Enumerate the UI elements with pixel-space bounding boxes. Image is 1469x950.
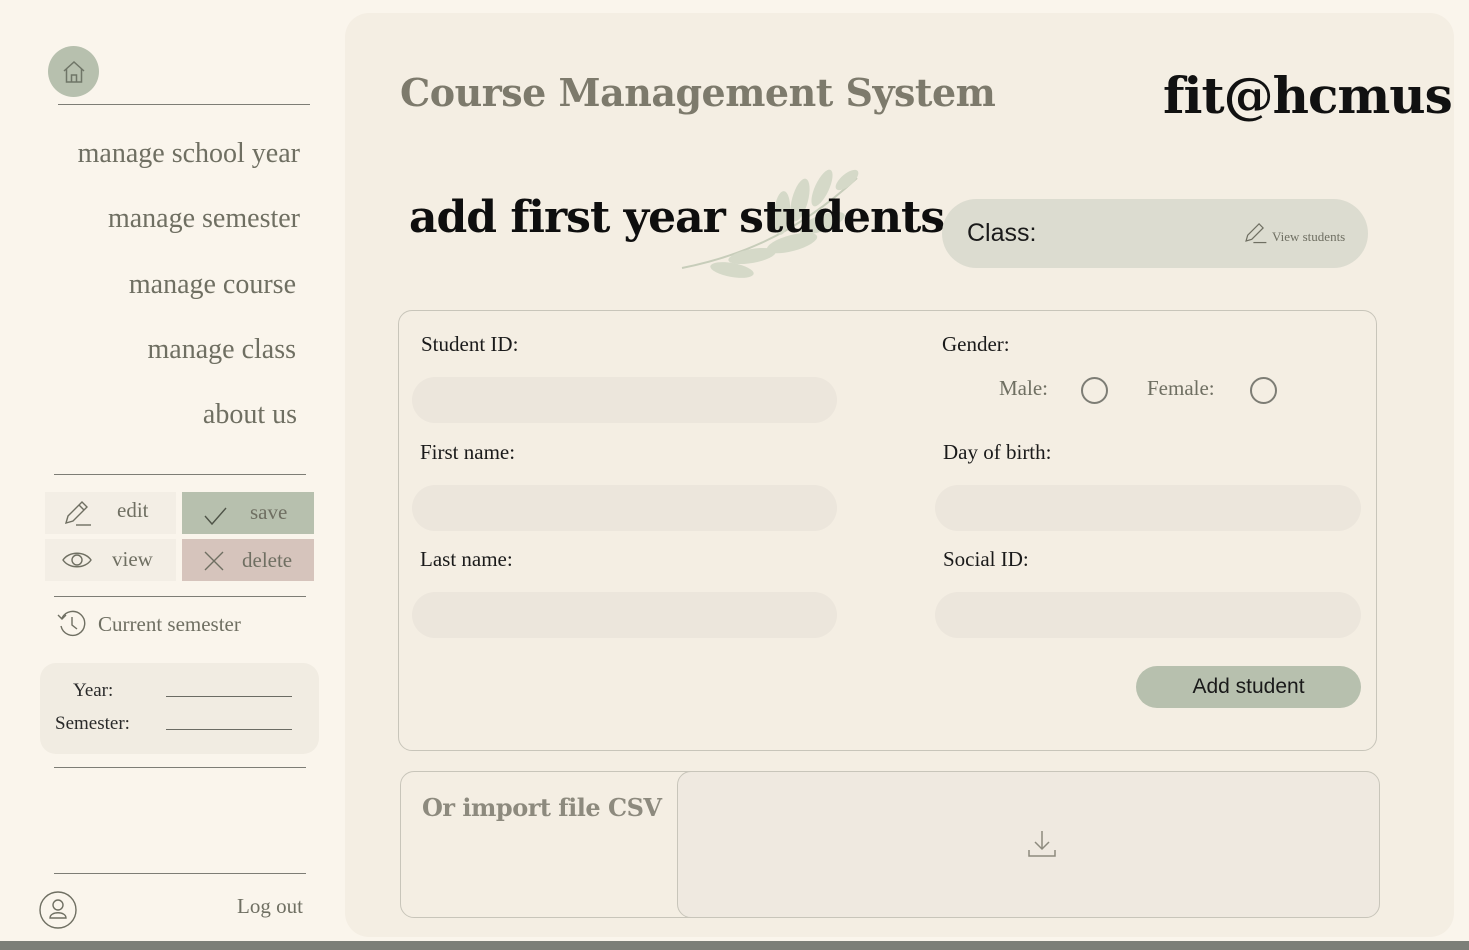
- check-icon: [204, 507, 227, 526]
- dob-input[interactable]: [935, 485, 1361, 531]
- pencil-icon: [64, 501, 91, 526]
- user-icon: [39, 891, 77, 929]
- x-icon: [204, 551, 224, 571]
- history-icon: [57, 610, 86, 637]
- save-button[interactable]: save: [182, 492, 314, 534]
- view-students-link[interactable]: View students: [1242, 219, 1345, 245]
- add-student-button[interactable]: Add student: [1136, 666, 1361, 708]
- student-id-input[interactable]: [412, 377, 837, 423]
- page-heading: add first year students: [409, 192, 945, 243]
- download-icon: [1028, 831, 1056, 857]
- divider: [54, 474, 306, 475]
- delete-button[interactable]: delete: [182, 539, 314, 581]
- import-csv-label: Or import file CSV: [422, 793, 662, 822]
- first-name-input[interactable]: [412, 485, 837, 531]
- home-icon: [62, 60, 85, 83]
- nav-manage-course[interactable]: manage course: [129, 269, 296, 301]
- class-selector[interactable]: Class: View students: [942, 199, 1368, 268]
- last-name-input[interactable]: [412, 592, 837, 638]
- female-label: Female:: [1147, 376, 1215, 400]
- social-id-input[interactable]: [935, 592, 1361, 638]
- bottom-bar: [0, 941, 1469, 950]
- divider: [54, 873, 306, 874]
- female-radio[interactable]: [1250, 377, 1277, 404]
- divider: [58, 104, 310, 105]
- current-semester-box: Year: Semester:: [40, 663, 319, 754]
- nav-manage-semester[interactable]: manage semester: [108, 203, 300, 235]
- year-label: Year:: [73, 680, 114, 701]
- dob-label: Day of birth:: [943, 440, 1052, 464]
- nav-manage-school-year[interactable]: manage school year: [78, 138, 300, 170]
- last-name-label: Last name:: [420, 547, 513, 571]
- class-label: Class:: [967, 219, 1037, 247]
- logout-link[interactable]: Log out: [237, 894, 303, 919]
- edit-button[interactable]: edit: [45, 492, 176, 534]
- nav-about-us[interactable]: about us: [203, 399, 297, 431]
- app-title: Course Management System: [400, 70, 996, 115]
- divider: [54, 767, 306, 768]
- current-semester: Current semester: [56, 608, 241, 640]
- nav-manage-class[interactable]: manage class: [148, 334, 297, 366]
- first-name-label: First name:: [420, 440, 516, 464]
- male-radio[interactable]: [1081, 377, 1108, 404]
- student-id-label: Student ID:: [421, 332, 519, 356]
- social-id-label: Social ID:: [943, 547, 1029, 571]
- year-value: [166, 696, 292, 697]
- gender-label: Gender:: [942, 332, 1010, 356]
- view-button[interactable]: view: [45, 539, 176, 581]
- divider: [54, 596, 306, 597]
- user-avatar[interactable]: [39, 891, 77, 929]
- semester-label: Semester:: [55, 713, 130, 734]
- home-button[interactable]: [48, 46, 99, 97]
- semester-value: [166, 729, 292, 730]
- male-label: Male:: [999, 376, 1048, 400]
- brand-logo: fit@hcmus: [1163, 66, 1453, 125]
- view-students-label: View students: [1272, 229, 1346, 244]
- current-semester-label: Current semester: [98, 611, 241, 636]
- pencil-icon: [1245, 223, 1267, 244]
- eye-icon: [62, 552, 92, 568]
